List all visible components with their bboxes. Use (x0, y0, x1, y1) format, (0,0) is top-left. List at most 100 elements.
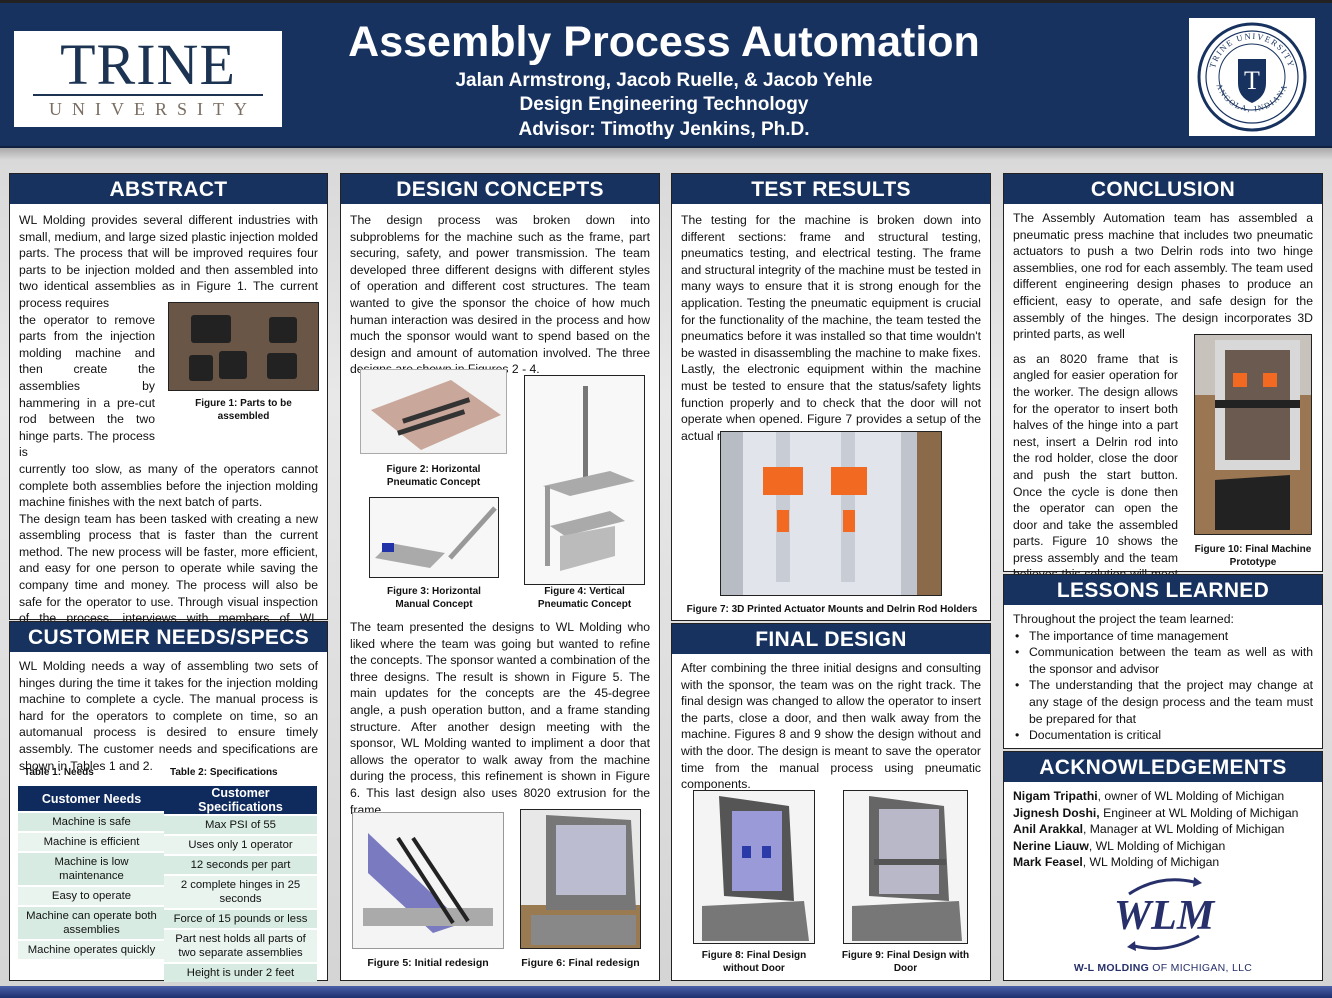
ack-name: Jignesh Doshi, (1013, 805, 1100, 820)
conclusion-text-1: The Assembly Automation team has assembl… (1013, 211, 1313, 342)
figure-7-image (720, 431, 942, 596)
table-cell: Uses only 1 operator (164, 834, 317, 855)
header-divider (0, 148, 1332, 160)
figure-7-caption: Figure 7: 3D Printed Actuator Mounts and… (686, 604, 978, 615)
acknowledgements-panel: ACKNOWLEDGEMENTS Nigam Tripathi, owner o… (1003, 751, 1323, 981)
logo-text-rest: OF MICHIGAN, LLC (1149, 962, 1253, 974)
final-redesign-render (521, 815, 640, 948)
table-row: Machine operates quickly (18, 939, 165, 959)
table-row: Machine can operate both assemblies (18, 905, 165, 940)
table-cell: Easy to operate (18, 885, 165, 906)
ack-role: , WL Molding of Michigan (1082, 855, 1220, 870)
lessons-learned-panel: LESSONS LEARNED Throughout the project t… (1003, 574, 1323, 749)
acknowledgements-heading: ACKNOWLEDGEMENTS (1004, 752, 1322, 782)
table-cell: 12 seconds per part (164, 854, 317, 875)
abstract-heading: ABSTRACT (10, 174, 327, 204)
table-1-caption: Table 1: Needs (24, 767, 94, 778)
final-design-heading: FINAL DESIGN (672, 624, 990, 654)
table-cell: Machine is safe (18, 811, 165, 832)
table-cell: Machine operates quickly (18, 939, 165, 959)
trine-university-logo: TRINE UNIVERSITY (14, 31, 282, 127)
test-results-panel: TEST RESULTS The testing for the machine… (671, 173, 991, 621)
horizontal-manual-render (375, 506, 497, 568)
conclusion-heading: CONCLUSION (1004, 174, 1322, 204)
machine-prototype-photo (1195, 335, 1311, 534)
figure-10-caption: Figure 10: Final Machine Prototype (1194, 544, 1312, 568)
abstract-text-2: currently too slow, as many of the opera… (19, 461, 318, 510)
table-cell: Machine is low maintenance (18, 851, 165, 886)
logo-text-bold: W-L MOLDING (1073, 962, 1150, 974)
figure-6-caption: Figure 6: Final redesign (521, 957, 640, 969)
table-row: Uses only 1 operator (164, 834, 317, 855)
list-item: Communication between the team as well a… (1013, 644, 1313, 677)
ack-entry: Mark Feasel, WL Molding of Michigan (1013, 854, 1313, 871)
figure-1-image (168, 302, 319, 391)
list-item: Documentation is critical (1013, 727, 1313, 744)
advisor: Advisor: Timothy Jenkins, Ph.D. (518, 119, 810, 140)
table-cell: Part nest holds all parts of two separat… (164, 928, 317, 963)
final-design-without-door-render (702, 796, 809, 941)
lessons-learned-heading: LESSONS LEARNED (1004, 575, 1322, 605)
figure-2-image (360, 369, 507, 454)
horizontal-pneumatic-render (371, 380, 501, 450)
customer-needs-panel: CUSTOMER NEEDS/SPECS WL Molding needs a … (9, 621, 328, 982)
ack-name: Nerine Liauw (1013, 838, 1089, 853)
figure-4-caption: Figure 4: Vertical Pneumatic Concept (537, 586, 632, 610)
specs-table: Customer Specifications Max PSI of 55 Us… (164, 786, 317, 982)
university-seal: TRINE UNIVERSITY ANGOLA, INDIANA T (1189, 18, 1315, 136)
table-cell: Force of 15 pounds or less (164, 908, 317, 929)
table-cell: Max PSI of 55 (164, 814, 317, 835)
conclusion-text-2: as an 8020 frame that is angled for easi… (1013, 351, 1178, 598)
ack-entry: Nerine Liauw, WL Molding of Michigan (1013, 838, 1313, 855)
lessons-intro: Throughout the project the team learned: (1013, 612, 1234, 626)
design-concepts-text-2: The team presented the designs to WL Mol… (350, 620, 650, 817)
ack-name: Mark Feasel (1013, 855, 1083, 870)
abstract-text-1: WL Molding provides several different in… (19, 213, 318, 310)
table-cell: Machine can operate both assemblies (18, 905, 165, 940)
wlm-letters: WLM (1114, 893, 1216, 939)
lessons-list: The importance of time management Commun… (1004, 628, 1322, 744)
figure-6-image (520, 809, 641, 949)
design-concepts-text-1: The design process was broken down into … (350, 213, 650, 377)
initial-redesign-render (363, 833, 493, 933)
actuator-mounts-photo (721, 432, 941, 595)
poster-title: Assembly Process Automation (348, 18, 980, 66)
specs-table-header: Customer Specifications (164, 786, 317, 815)
ack-entry: Anil Arakkal, Manager at WL Molding of M… (1013, 821, 1313, 838)
figure-4-image (524, 375, 645, 585)
needs-table-header: Customer Needs (18, 786, 165, 812)
design-concepts-panel: DESIGN CONCEPTS The design process was b… (340, 173, 660, 981)
seal-letter: T (1244, 66, 1260, 95)
final-design-text: After combining the three initial design… (681, 661, 981, 792)
customer-needs-heading: CUSTOMER NEEDS/SPECS (10, 622, 327, 652)
figure-3-image (369, 497, 499, 578)
conclusion-panel: CONCLUSION The Assembly Automation team … (1003, 173, 1323, 598)
ack-role: , WL Molding of Michigan (1088, 838, 1226, 853)
list-item: The importance of time management (1013, 628, 1313, 645)
table-row: Machine is safe (18, 811, 165, 832)
list-item: The understanding that the project may c… (1013, 677, 1313, 727)
design-concepts-heading: DESIGN CONCEPTS (341, 174, 659, 204)
final-design-with-door-render (852, 796, 962, 941)
table-row: Machine is efficient (18, 831, 165, 852)
table-row: Height is under 2 feet (164, 962, 317, 982)
ack-name: Anil Arakkal (1013, 822, 1083, 837)
ack-name: Nigam Tripathi (1013, 789, 1098, 803)
poster: TRINE UNIVERSITY Assembly Process Automa… (0, 0, 1332, 998)
abstract-text-wrap: the operator to remove parts from the in… (19, 312, 155, 460)
table-row: Max PSI of 55 (164, 814, 317, 835)
table-2-caption: Table 2: Specifications (170, 767, 278, 778)
footer-bar (0, 986, 1332, 998)
figure-5-caption: Figure 5: Initial redesign (367, 957, 489, 969)
figure-9-image (843, 790, 968, 944)
table-cell: Machine is efficient (18, 831, 165, 852)
table-row: Part nest holds all parts of two separat… (164, 928, 317, 963)
ack-entry: Jignesh Doshi, Engineer at WL Molding of… (1013, 805, 1313, 822)
seal-icon: TRINE UNIVERSITY ANGOLA, INDIANA T (1197, 22, 1307, 132)
wl-molding-logo-text: W-L MOLDING OF MICHIGAN, LLC (1004, 962, 1322, 974)
figure-1-caption: Figure 1: Parts to be assembled (195, 398, 292, 422)
vertical-pneumatic-render (543, 386, 635, 571)
logo-rule (33, 94, 263, 96)
figure-9-caption: Figure 9: Final Design with Door (841, 950, 970, 974)
figure-8-caption: Figure 8: Final Design without Door (701, 950, 807, 974)
